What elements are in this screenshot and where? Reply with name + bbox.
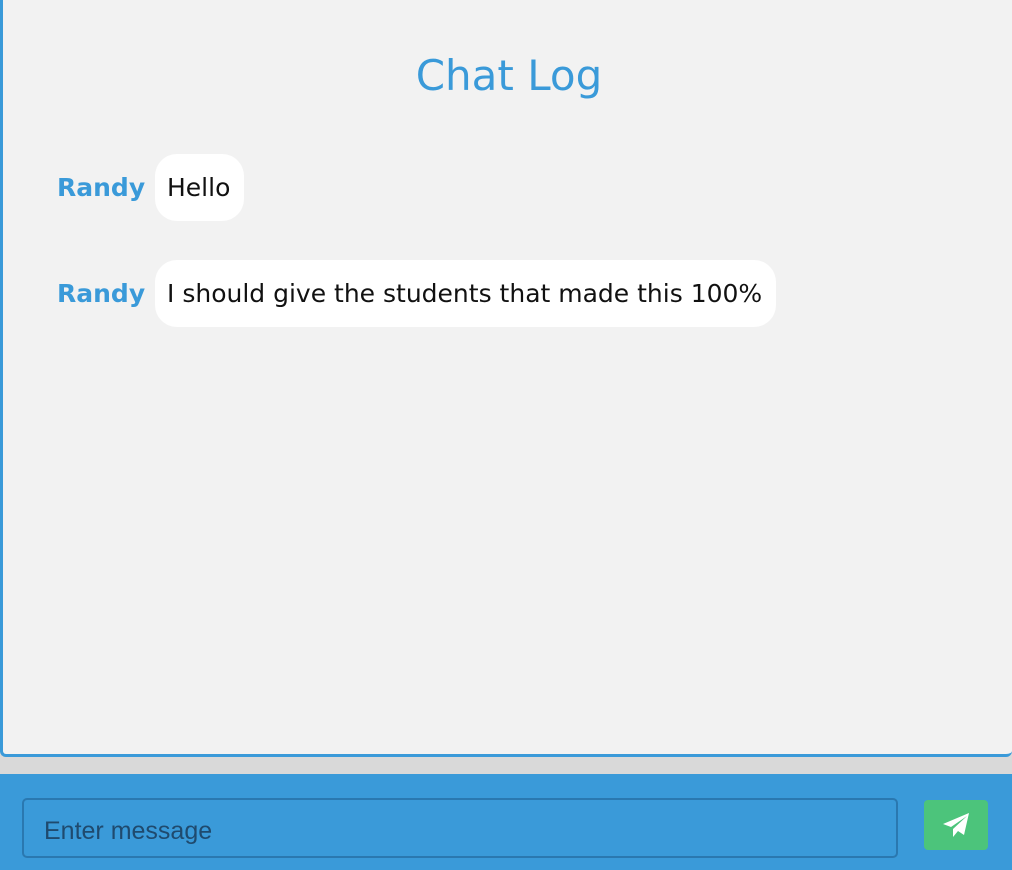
chat-message: Randy Hello [57,154,245,221]
message-composer [0,774,1012,870]
message-bubble: I should give the students that made thi… [155,260,777,327]
message-sender: Randy [57,172,146,202]
chat-title: Chat Log [415,51,603,100]
chat-message: Randy I should give the students that ma… [57,260,777,327]
message-bubble: Hello [155,154,245,221]
message-sender: Randy [57,278,146,308]
message-input[interactable] [22,798,898,858]
paper-plane-icon [942,812,970,838]
send-button[interactable] [924,800,988,850]
chat-log-panel: Chat Log Randy Hello Randy I should give… [0,0,1012,757]
